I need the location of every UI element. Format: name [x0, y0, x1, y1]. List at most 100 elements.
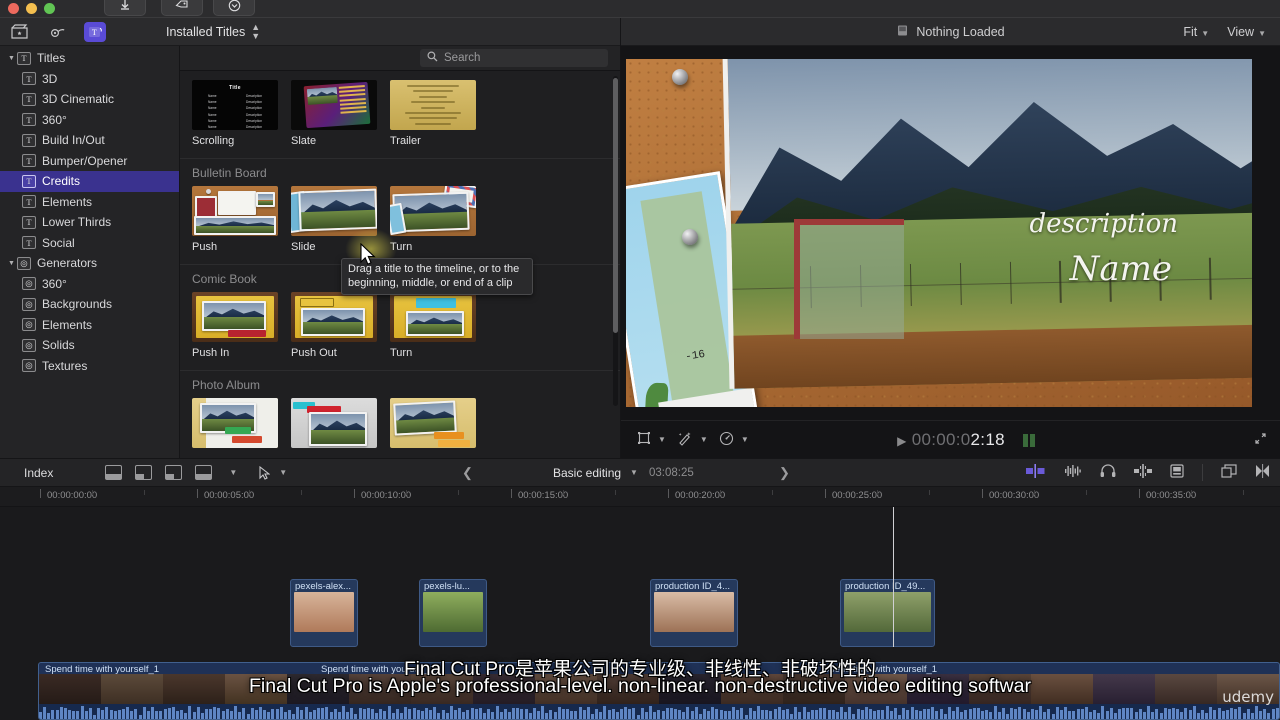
waveform-bar: [267, 711, 271, 719]
waveform-bar: [1201, 709, 1204, 719]
sidebar-item-3d[interactable]: T 3D: [0, 69, 179, 90]
skimming-icon[interactable]: [1026, 464, 1046, 481]
sidebar-item-social[interactable]: T Social: [0, 233, 179, 254]
tool-selector[interactable]: ▼: [259, 465, 287, 480]
sidebar-group-titles[interactable]: ▼ T Titles: [0, 48, 179, 69]
sidebar-item-3d-cinematic[interactable]: T 3D Cinematic: [0, 89, 179, 110]
ruler-tick-minor: [144, 490, 145, 495]
browser-scrollbar-thumb[interactable]: [613, 78, 618, 333]
viewer-view-menu[interactable]: View ▼: [1227, 25, 1266, 39]
waveform-bar: [748, 708, 752, 719]
chevron-down-icon[interactable]: ▼: [229, 468, 237, 477]
maximize-window-button[interactable]: [44, 3, 55, 14]
waveform-bar: [1039, 706, 1043, 719]
sidebar-item-textures[interactable]: ◎ Textures: [0, 356, 179, 377]
sidebar-item-credits[interactable]: T Credits: [0, 171, 179, 192]
sidebar-item-bumper-opener[interactable]: T Bumper/Opener: [0, 151, 179, 172]
timeline-clip[interactable]: production ID_4...: [650, 579, 738, 647]
disclosure-triangle-icon[interactable]: ▼: [6, 260, 17, 267]
append-clip-icon[interactable]: [165, 465, 183, 480]
project-name-menu[interactable]: Basic editing ▼: [553, 466, 638, 480]
timeline-playhead[interactable]: [893, 507, 894, 647]
music-browser-icon[interactable]: [46, 22, 68, 42]
waveform-bar: [209, 709, 213, 719]
installed-titles-selector[interactable]: Installed Titles ▲ ▼: [166, 22, 260, 41]
sidebar-item-elements[interactable]: T Elements: [0, 192, 179, 213]
ruler-label: 00:00:00:00: [47, 490, 98, 501]
timeline-history-back-button[interactable]: ❮: [462, 465, 473, 481]
viewer-timecode[interactable]: ▶ 00:00:02:18: [621, 430, 1280, 450]
generator-icon: ◎: [22, 297, 36, 311]
insert-clip-icon[interactable]: [135, 465, 153, 480]
timeline-history-forward-button[interactable]: ❯: [779, 465, 790, 481]
sidebar-item-lower-thirds[interactable]: T Lower Thirds: [0, 212, 179, 233]
title-cell-photo-album-1[interactable]: [192, 398, 278, 458]
sidebar-item-elements[interactable]: ◎ Elements: [0, 315, 179, 336]
ruler-tick: [197, 489, 198, 498]
waveform-bar: [126, 706, 130, 719]
waveform-bar: [541, 706, 545, 719]
waveform-bar: [51, 709, 55, 719]
title-cell-slate[interactable]: Slate: [291, 80, 377, 154]
sidebar-item-solids[interactable]: ◎ Solids: [0, 335, 179, 356]
search-input-placeholder[interactable]: Search: [444, 52, 480, 64]
connect-clip-icon[interactable]: [105, 465, 123, 480]
sidebar-group-generators[interactable]: ▼ ◎ Generators: [0, 253, 179, 274]
viewer-canvas[interactable]: -16 8290: [626, 59, 1252, 407]
title-cell-push-in[interactable]: Push In: [192, 292, 278, 366]
waveform-bar: [682, 712, 686, 719]
search-field[interactable]: Search: [420, 49, 608, 67]
fullscreen-icon[interactable]: [1254, 432, 1267, 448]
disclosure-triangle-icon[interactable]: ▼: [6, 55, 17, 62]
waveform-bar: [283, 711, 287, 719]
waveform-bar: [1267, 712, 1271, 719]
waveform-bar: [217, 708, 221, 719]
overwrite-clip-icon[interactable]: [195, 465, 213, 480]
sidebar-item-360[interactable]: ◎ 360°: [0, 274, 179, 295]
audio-meter[interactable]: [1023, 434, 1035, 447]
import-media-button[interactable]: [104, 0, 146, 16]
udemy-watermark: udemy: [1222, 688, 1274, 706]
title-cell-trailer[interactable]: Trailer: [390, 80, 476, 154]
sidebar-item-backgrounds[interactable]: ◎ Backgrounds: [0, 294, 179, 315]
snapping-icon[interactable]: [1134, 464, 1152, 481]
viewer-zoom-menu[interactable]: Fit ▼: [1183, 25, 1209, 39]
title-cell-turn-comic[interactable]: Turn: [390, 292, 476, 366]
effects-icon[interactable]: [1255, 464, 1270, 481]
close-window-button[interactable]: [8, 3, 19, 14]
timeline-clip[interactable]: pexels-alex...: [290, 579, 358, 647]
timeline-clip[interactable]: production ID_49...: [840, 579, 935, 647]
waveform-bar: [898, 715, 902, 719]
titles-browser[interactable]: Search Title Name Description Name Descrip…: [180, 46, 620, 458]
title-cell-push[interactable]: Push: [192, 186, 278, 260]
timeline-clip[interactable]: pexels-lu...: [419, 579, 487, 647]
minimize-window-button[interactable]: [26, 3, 37, 14]
timeline-ruler[interactable]: 00:00:00:00 00:00:05:00 00:00:10:00 00:00:1…: [0, 487, 1280, 507]
retime-button[interactable]: [213, 0, 255, 16]
waveform-bar: [391, 712, 395, 719]
title-cell-photo-album-3[interactable]: [390, 398, 476, 458]
sidebar-item-build-in-out[interactable]: T Build In/Out: [0, 130, 179, 151]
title-cell-photo-album-2[interactable]: [291, 398, 377, 458]
sidebar-item-360[interactable]: T 360°: [0, 110, 179, 131]
effects-sidebar[interactable]: ▼ T Titles T 3D T 3D Cinematic T 360° T Build In/O…: [0, 46, 180, 458]
viewer-clip-icon: [896, 24, 909, 40]
ruler-tick: [354, 489, 355, 498]
title-cell-scrolling[interactable]: Title Name Description Name Description Na…: [192, 80, 278, 154]
waveform-bar: [603, 706, 607, 719]
waveform-bar: [620, 709, 623, 719]
media-browser-icon[interactable]: [8, 22, 30, 42]
waveform-bar: [727, 710, 731, 719]
titles-browser-icon[interactable]: T: [84, 21, 106, 42]
audio-skimming-icon[interactable]: [1064, 464, 1082, 481]
clip-appearance-icon[interactable]: [1170, 464, 1184, 481]
browser-row: Push Slide Turn: [180, 186, 620, 260]
waveform-bar: [628, 709, 632, 719]
keyword-editor-button[interactable]: [161, 0, 203, 16]
generator-icon: ◎: [22, 338, 36, 352]
title-cell-turn-bulletin[interactable]: Turn: [390, 186, 476, 260]
title-cell-push-out[interactable]: Push Out: [291, 292, 377, 366]
solo-icon[interactable]: [1100, 464, 1116, 481]
index-toggle-icon[interactable]: [1221, 464, 1237, 481]
timeline-index-button[interactable]: Index: [24, 466, 53, 480]
